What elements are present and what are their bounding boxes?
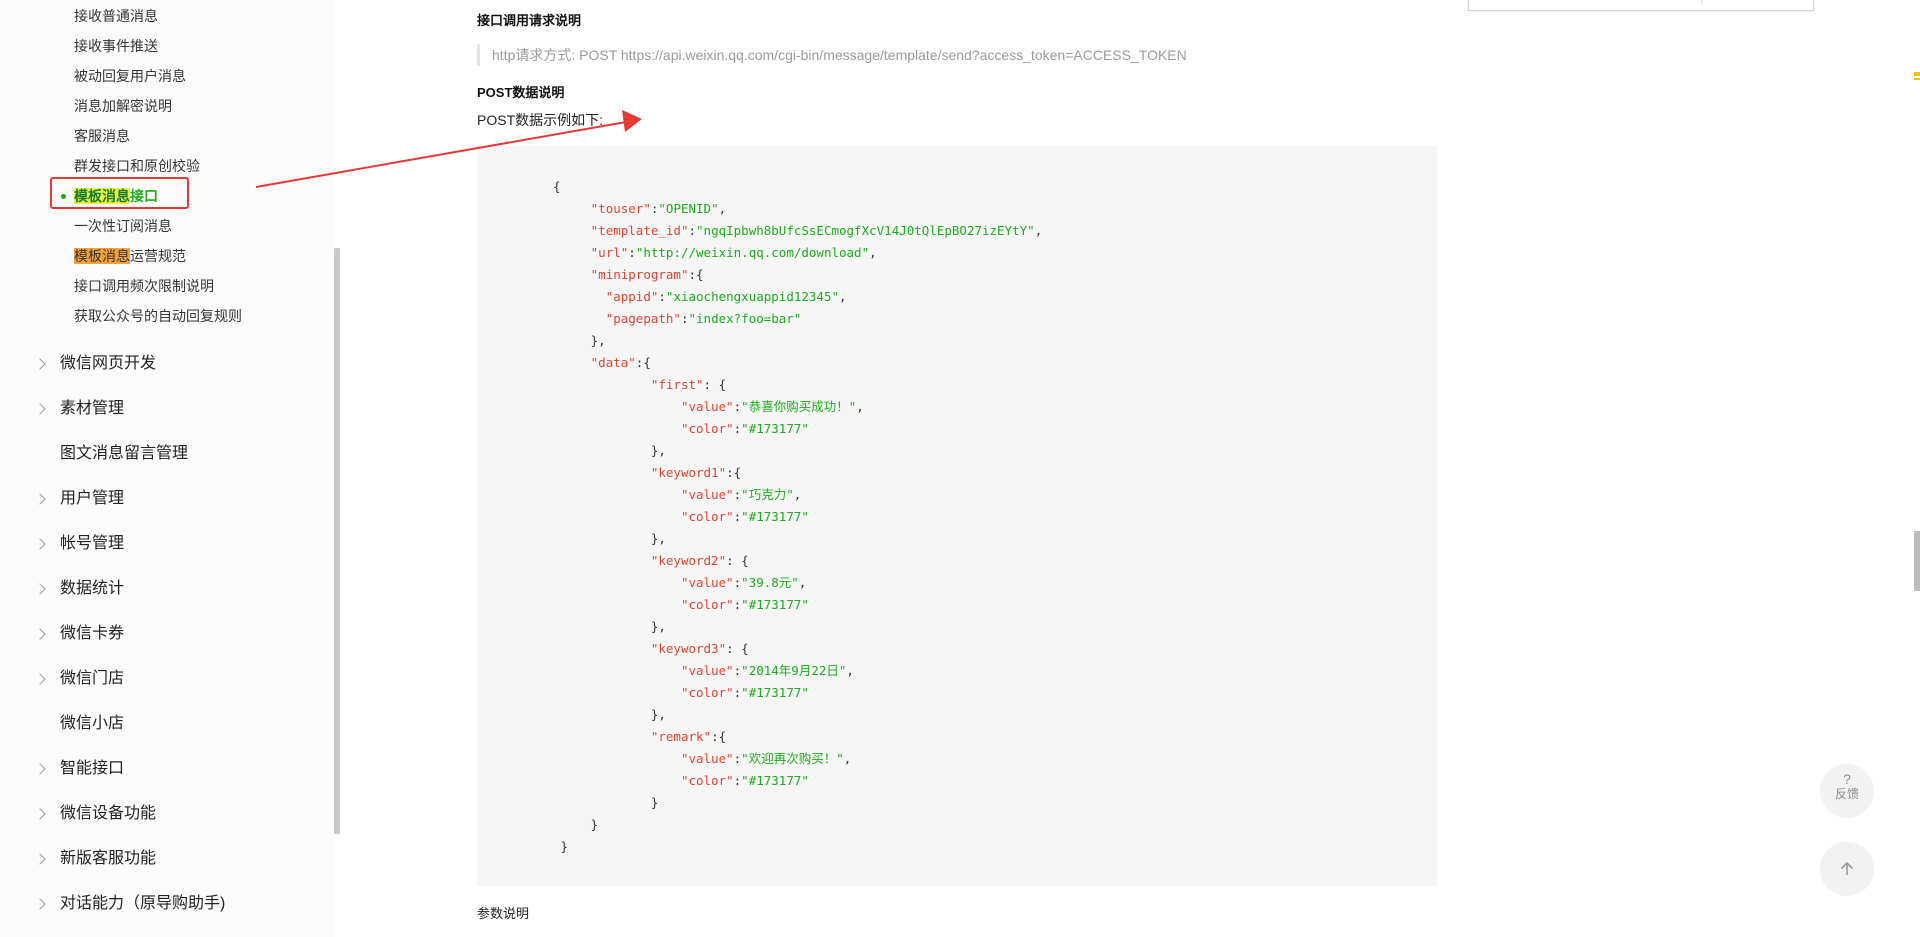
annotation-arrow-icon xyxy=(255,110,642,188)
scroll-marker xyxy=(1914,72,1920,76)
feedback-label: 反馈 xyxy=(1834,787,1859,801)
search-dropdown-panel[interactable] xyxy=(1468,0,1814,11)
question-icon: ? xyxy=(1843,771,1851,787)
feedback-button[interactable]: ? 反馈 xyxy=(1820,764,1874,818)
arrow-up-icon xyxy=(1840,861,1854,875)
back-to-top-button[interactable] xyxy=(1820,842,1874,896)
divider xyxy=(1701,0,1702,4)
scroll-marker xyxy=(1914,78,1920,80)
page-scrollbar-thumb[interactable] xyxy=(1914,531,1920,591)
